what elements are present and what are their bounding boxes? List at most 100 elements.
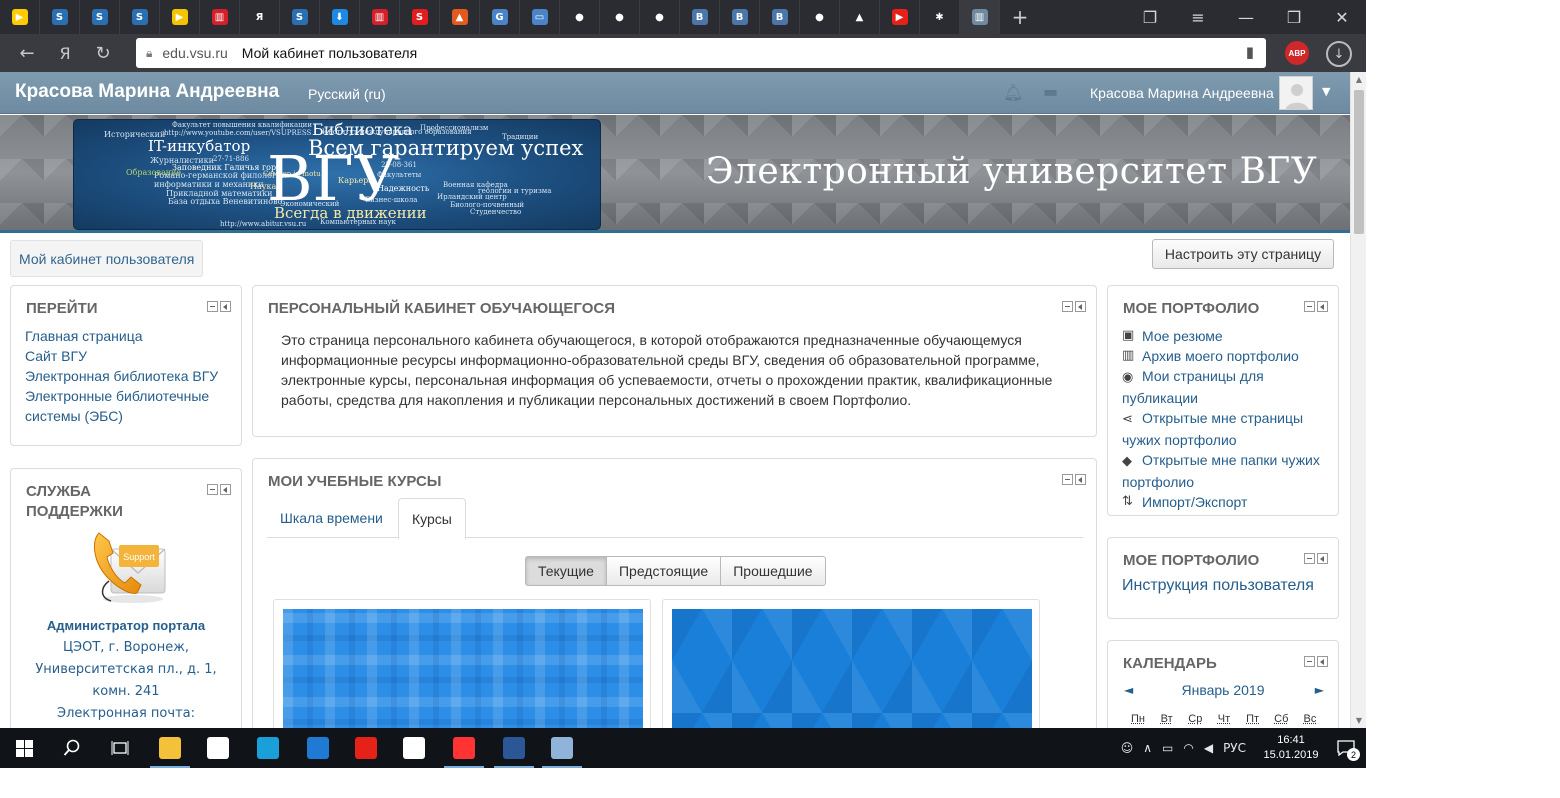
collapse-icon[interactable] [1062, 301, 1073, 312]
url-field[interactable]: 🔒︎ edu.vsu.ru Мой кабинет пользователя ▮ [136, 38, 1266, 68]
messages-icon[interactable]: ▬ [1043, 82, 1058, 101]
browser-tab[interactable]: S [120, 0, 160, 34]
filter-past-button[interactable]: Прошедшие [720, 556, 826, 586]
browser-tab[interactable]: B [680, 0, 720, 34]
portfolio-item[interactable]: ◉ Мои страницы для публикации [1122, 366, 1332, 408]
course-card-image[interactable] [283, 609, 643, 728]
portfolio-item[interactable]: ▣ Мое резюме [1122, 326, 1332, 346]
store-icon[interactable] [194, 728, 242, 768]
yandex-logo-icon[interactable]: Я [46, 44, 84, 63]
nav-link-vsu-site[interactable]: Сайт ВГУ [25, 346, 235, 366]
calendar-next-icon[interactable]: ► [1315, 683, 1324, 697]
browser-tab[interactable]: S [400, 0, 440, 34]
collapse-icon[interactable] [1304, 656, 1315, 667]
portfolio-item[interactable]: ▥ Архив моего портфолио [1122, 346, 1332, 366]
portfolio-link[interactable]: Мои страницы для публикации [1122, 368, 1264, 406]
browser-tab[interactable]: S [280, 0, 320, 34]
browser-tab[interactable]: ● [640, 0, 680, 34]
site-name-link[interactable]: Красова Марина Андреевна [15, 81, 279, 103]
nav-link-e-library[interactable]: Электронная библиотека ВГУ [25, 366, 235, 386]
reload-icon[interactable]: ↻ [84, 43, 122, 64]
mail-icon[interactable] [390, 728, 438, 768]
collapse-icon[interactable] [1304, 553, 1315, 564]
scrollbar-thumb[interactable] [1354, 90, 1364, 234]
portfolio-link[interactable]: Мое резюме [1142, 326, 1332, 346]
browser-tab[interactable]: ● [560, 0, 600, 34]
browser-tab[interactable]: ▲ [840, 0, 880, 34]
tab-courses[interactable]: Курсы [398, 498, 466, 539]
clock[interactable]: 16:41 15.01.2019 [1256, 733, 1326, 763]
browser-tab[interactable]: ✱ [920, 0, 960, 34]
task-view-icon[interactable] [96, 728, 144, 768]
back-icon[interactable]: ← [8, 43, 46, 64]
customize-page-button[interactable]: Настроить эту страницу [1152, 239, 1334, 269]
scroll-up-icon[interactable]: ▲ [1351, 75, 1366, 84]
browser-tab[interactable]: S [40, 0, 80, 34]
filter-current-button[interactable]: Текущие [525, 556, 607, 586]
browser-tab[interactable]: Я [240, 0, 280, 34]
portfolio-link[interactable]: Архив моего портфолио [1142, 346, 1332, 366]
word-icon[interactable] [490, 728, 538, 768]
battery-icon[interactable]: ▭ [1162, 741, 1173, 755]
browser-tab[interactable]: ▶ [160, 0, 200, 34]
calendar-prev-icon[interactable]: ◄ [1124, 683, 1133, 697]
breadcrumb[interactable]: Мой кабинет пользователя [10, 240, 204, 277]
portfolio-link[interactable]: Открытые мне страницы чужих портфолио [1122, 410, 1303, 448]
new-tab-button[interactable]: + [1000, 0, 1040, 34]
browser-tab[interactable]: ● [600, 0, 640, 34]
close-icon[interactable]: ✕ [1318, 0, 1366, 34]
paint-icon[interactable] [538, 728, 586, 768]
browser-tab[interactable]: ● [800, 0, 840, 34]
dock-icon[interactable] [1075, 474, 1086, 485]
portfolio-link[interactable]: Импорт/Экспорт [1142, 492, 1332, 512]
l-app-icon[interactable] [244, 728, 292, 768]
user-menu-caret-icon[interactable]: ▼ [1322, 85, 1330, 98]
browser-tab[interactable]: ▥ [360, 0, 400, 34]
browser-tab[interactable]: ▥ [200, 0, 240, 34]
dock-icon[interactable] [220, 301, 231, 312]
restore-icon[interactable]: ❒ [1270, 0, 1318, 34]
collapse-icon[interactable] [1304, 301, 1315, 312]
support-admin-link[interactable]: Администратор портала [11, 618, 241, 633]
adblock-icon[interactable]: ABP [1285, 41, 1309, 65]
nav-link-home[interactable]: Главная страница [25, 326, 235, 346]
calendar-month[interactable]: Январь 2019 [1108, 682, 1338, 698]
vsu-logo-word-cloud[interactable]: Библиотека IT-инкубатор Всем гарантируем… [73, 119, 601, 230]
language-menu[interactable]: Русский (ru) [308, 86, 386, 102]
browser-tab[interactable]: ▶ [880, 0, 920, 34]
volume-icon[interactable]: ◀ [1204, 741, 1213, 755]
browser-tab[interactable]: B [720, 0, 760, 34]
dock-icon[interactable] [220, 484, 231, 495]
dock-icon[interactable] [1317, 656, 1328, 667]
course-card[interactable] [662, 599, 1040, 728]
avatar[interactable] [1279, 76, 1313, 110]
page-scrollbar[interactable]: ▲ ▼ [1350, 72, 1366, 728]
browser-tab[interactable]: ▶ [0, 0, 40, 34]
user-menu-name[interactable]: Красова Марина Андреевна [1090, 85, 1274, 101]
browser-tab[interactable]: ▥ [960, 0, 1000, 34]
notifications-icon[interactable]: 🔔︎ [1003, 83, 1023, 102]
browser-tab[interactable]: ▲ [440, 0, 480, 34]
tray-overflow-icon[interactable]: ∧ [1143, 741, 1152, 755]
browser-tab[interactable]: B [760, 0, 800, 34]
browser-tab[interactable]: ▭ [520, 0, 560, 34]
portfolio-item[interactable]: ⇅ Импорт/Экспорт [1122, 492, 1332, 512]
course-card-image[interactable] [672, 609, 1032, 728]
browser-tab[interactable]: S [80, 0, 120, 34]
minimize-icon[interactable]: — [1222, 0, 1270, 34]
people-icon[interactable]: ☺ [1121, 741, 1134, 755]
dock-icon[interactable] [1317, 553, 1328, 564]
browser-tab[interactable]: ⬇ [320, 0, 360, 34]
user-guide-link[interactable]: Инструкция пользователя [1122, 577, 1314, 595]
portfolio-item[interactable]: ◆ Открытые мне папки чужих портфолио [1122, 450, 1332, 492]
nav-link-ebs[interactable]: Электронные библиотечные системы (ЭБС) [25, 386, 235, 426]
downloads-icon[interactable]: ↓ [1326, 41, 1352, 67]
dock-icon[interactable] [1075, 301, 1086, 312]
collapse-icon[interactable] [207, 484, 218, 495]
collapse-icon[interactable] [1062, 474, 1073, 485]
filter-upcoming-button[interactable]: Предстоящие [605, 556, 722, 586]
edge-icon[interactable] [294, 728, 342, 768]
portfolio-link[interactable]: Открытые мне папки чужих портфолио [1122, 452, 1320, 490]
action-center-icon[interactable]: 2 [1326, 728, 1366, 768]
tabs-overview-icon[interactable]: ❐ [1126, 0, 1174, 34]
